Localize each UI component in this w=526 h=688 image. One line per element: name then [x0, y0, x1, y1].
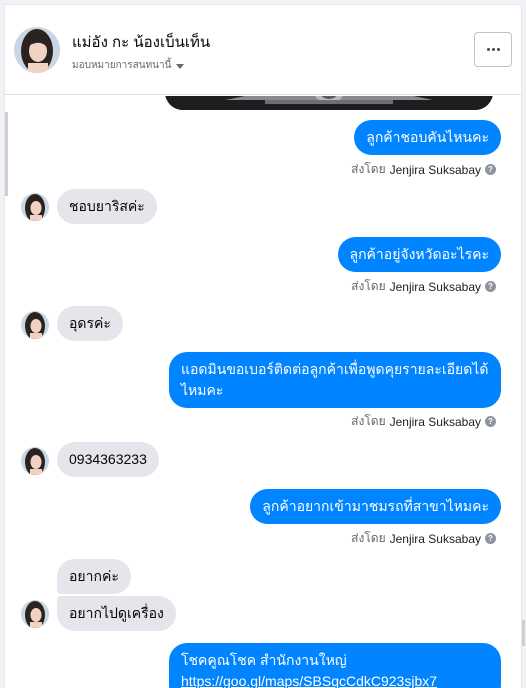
sent-by-label: ส่งโดย Jenjira Suksabay ? [351, 412, 496, 431]
sent-by-label: ส่งโดย Jenjira Suksabay ? [351, 277, 496, 296]
sent-by-prefix: ส่งโดย [351, 162, 386, 176]
chat-panel: แม่อัง กะ น้องเบ็นเท็น มอบหมายการสนทนานี… [4, 4, 522, 688]
info-icon[interactable]: ? [485, 416, 496, 427]
contact-avatar[interactable] [14, 27, 60, 73]
contact-avatar-small[interactable] [21, 600, 49, 628]
sent-by-prefix: ส่งโดย [351, 531, 386, 545]
info-icon[interactable]: ? [485, 164, 496, 175]
contact-avatar-small[interactable] [21, 311, 49, 339]
conversation-header: แม่อัง กะ น้องเบ็นเท็น มอบหมายการสนทนานี… [5, 4, 521, 95]
car-photo-attachment[interactable] [165, 96, 493, 110]
message-bubble-outgoing[interactable]: โชคคูณโชค สำนักงานใหญ่ https://goo.gl/ma… [169, 643, 501, 688]
sender-name[interactable]: Jenjira Suksabay [390, 532, 481, 546]
message-thread[interactable]: ลูกค้าชอบคันไหนคะ ส่งโดย Jenjira Suksaba… [5, 96, 521, 688]
sent-by-prefix: ส่งโดย [351, 414, 386, 428]
more-options-button[interactable] [474, 32, 512, 67]
contact-avatar-small[interactable] [21, 193, 49, 221]
scrollbar-thumb[interactable] [522, 620, 525, 646]
message-bubble-outgoing[interactable]: ลูกค้าอยากเข้ามาชมรถที่สาขาไหมคะ [250, 489, 501, 524]
message-bubble-incoming[interactable]: ชอบยาริสค่ะ [57, 189, 157, 224]
message-bubble-incoming[interactable]: อยากไปดูเครื่อง [57, 596, 176, 631]
info-icon[interactable]: ? [485, 281, 496, 292]
location-name: โชคคูณโชค สำนักงานใหญ่ [181, 652, 347, 668]
sent-by-label: ส่งโดย Jenjira Suksabay ? [351, 529, 496, 548]
sender-name[interactable]: Jenjira Suksabay [390, 280, 481, 294]
message-bubble-outgoing[interactable]: ลูกค้าอยู่จังหวัดอะไรคะ [337, 237, 501, 272]
info-icon[interactable]: ? [485, 533, 496, 544]
message-bubble-outgoing[interactable]: แอดมินขอเบอร์ติดต่อลูกค้าเพื่อพูดคุยรายล… [169, 352, 501, 408]
assign-conversation-label: มอบหมายการสนทนานี้ [72, 60, 172, 71]
message-bubble-incoming[interactable]: 0934363233 [57, 442, 159, 477]
maps-link[interactable]: https://goo.gl/maps/SBSqcCdkC923sjbx7 [181, 673, 437, 688]
conversation-title: แม่อัง กะ น้องเบ็นเท็น [72, 34, 211, 51]
message-bubble-incoming[interactable]: อุดรค่ะ [57, 306, 123, 341]
sent-by-prefix: ส่งโดย [351, 279, 386, 293]
sender-name[interactable]: Jenjira Suksabay [390, 163, 481, 177]
assign-conversation[interactable]: มอบหมายการสนทนานี้ [72, 58, 185, 73]
sender-name[interactable]: Jenjira Suksabay [390, 415, 481, 429]
sent-by-label: ส่งโดย Jenjira Suksabay ? [351, 160, 496, 179]
contact-avatar-small[interactable] [21, 447, 49, 475]
message-bubble-incoming[interactable]: อยากค่ะ [57, 559, 131, 594]
more-dots-icon [486, 48, 500, 51]
caret-down-icon [176, 63, 185, 69]
message-bubble-outgoing[interactable]: ลูกค้าชอบคันไหนคะ [354, 120, 501, 155]
scrollbar-left[interactable] [5, 112, 8, 196]
